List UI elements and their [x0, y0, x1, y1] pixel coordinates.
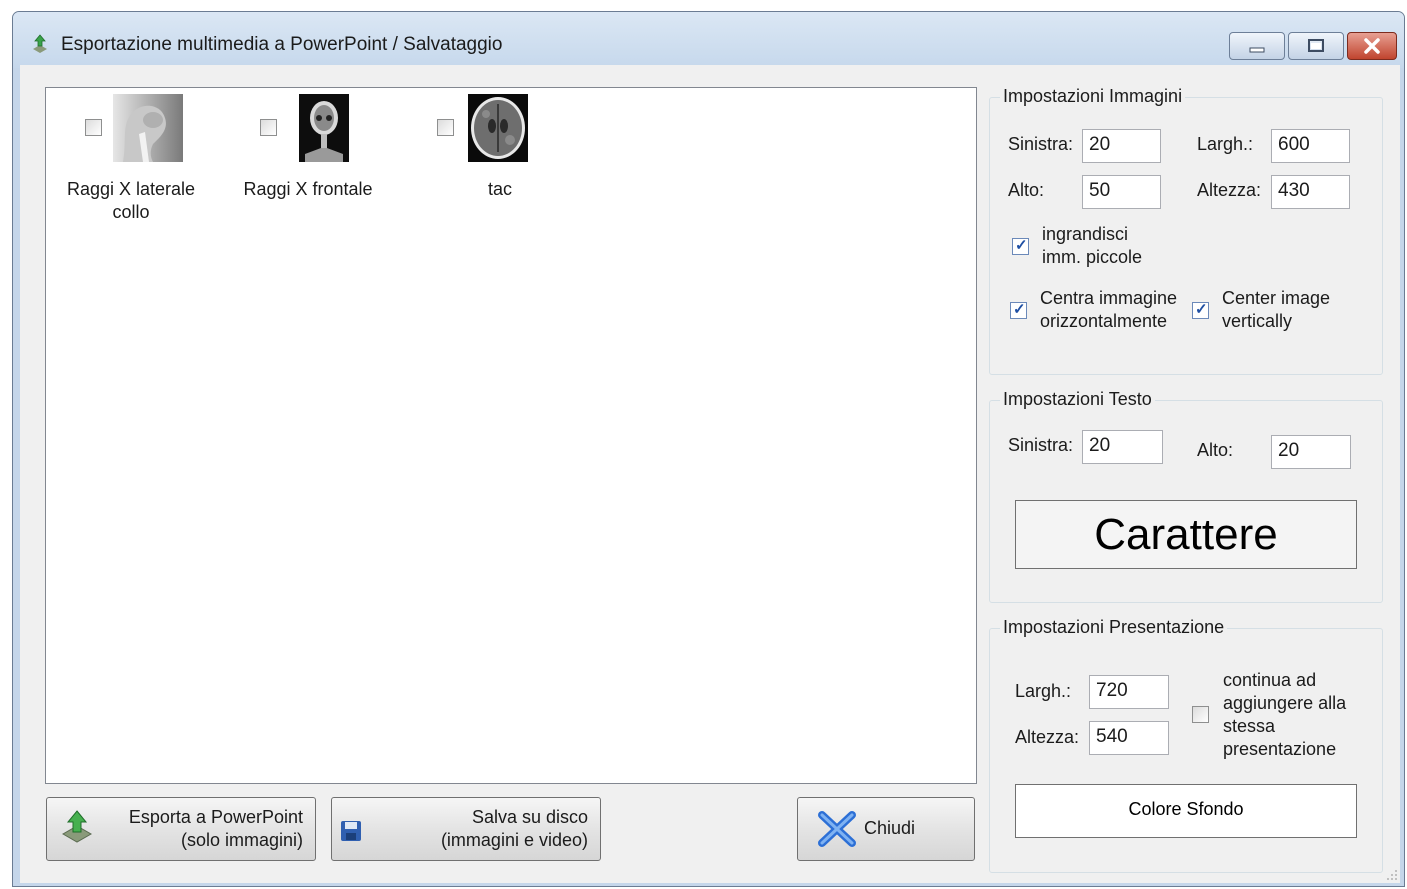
- dialog-body: Raggi X laterale collo Raggi X frontale: [20, 65, 1400, 883]
- close-button[interactable]: Chiudi: [797, 797, 975, 861]
- media-listview[interactable]: Raggi X laterale collo Raggi X frontale: [45, 87, 977, 784]
- save-button-label-line2: (immagini e video): [440, 830, 588, 850]
- close-window-button[interactable]: [1347, 32, 1397, 60]
- presentation-width-label: Largh.:: [1015, 681, 1072, 701]
- close-icon: [1364, 38, 1380, 54]
- text-settings-title: Impostazioni Testo: [1000, 389, 1155, 410]
- background-color-button[interactable]: Colore Sfondo: [1015, 784, 1357, 838]
- media-item-checkbox[interactable]: [260, 119, 277, 136]
- continue-same-presentation-label: continua ad aggiungere alla stessa prese…: [1223, 669, 1346, 761]
- image-left-label: Sinistra:: [1008, 134, 1074, 154]
- center-vertically-label: Center image vertically: [1222, 287, 1330, 333]
- image-top-label: Alto:: [1008, 180, 1045, 200]
- minimize-icon: [1249, 47, 1265, 53]
- export-powerpoint-button[interactable]: Esporta a PowerPoint (solo immagini): [46, 797, 316, 861]
- enlarge-label-line1: ingrandisci: [1042, 224, 1129, 244]
- image-width-label: Largh.:: [1197, 134, 1254, 154]
- resize-grip-icon[interactable]: [1386, 869, 1398, 881]
- center-h-label-line2: orizzontalmente: [1040, 311, 1168, 331]
- text-top-input[interactable]: 20: [1271, 435, 1351, 469]
- text-left-label: Sinistra:: [1008, 435, 1074, 455]
- image-height-label: Altezza:: [1197, 180, 1262, 200]
- media-item-checkbox[interactable]: [437, 119, 454, 136]
- title-bar[interactable]: Esportazione multimedia a PowerPoint / S…: [13, 12, 1404, 68]
- center-v-label-line1: Center image: [1222, 288, 1331, 308]
- presentation-height-input[interactable]: 540: [1089, 721, 1169, 755]
- enlarge-small-images-checkbox[interactable]: [1012, 236, 1029, 255]
- save-to-disk-button[interactable]: Salva su disco (immagini e video): [331, 797, 601, 861]
- center-horizontally-label: Centra immagine orizzontalmente: [1040, 287, 1177, 333]
- center-vertically-checkbox[interactable]: [1192, 300, 1209, 319]
- continue-label-line1: continua ad: [1223, 670, 1317, 690]
- center-horizontally-checkbox[interactable]: [1010, 300, 1027, 319]
- text-left-input[interactable]: 20: [1082, 430, 1163, 464]
- presentation-width-input[interactable]: 720: [1089, 675, 1169, 709]
- xray-lateral-neck-thumbnail: [113, 94, 183, 162]
- image-width-input[interactable]: 600: [1271, 129, 1350, 163]
- presentation-settings-title: Impostazioni Presentazione: [1000, 617, 1228, 638]
- minimize-button[interactable]: [1229, 32, 1285, 60]
- continue-label-line4: presentazione: [1223, 739, 1337, 759]
- enlarge-small-images-label: ingrandisci imm. piccole: [1042, 223, 1142, 269]
- restore-icon: [1308, 39, 1324, 52]
- image-top-input[interactable]: 50: [1082, 175, 1161, 209]
- close-button-label: Chiudi: [864, 818, 916, 838]
- powerpoint-export-icon: [33, 34, 47, 53]
- window-title: Esportazione multimedia a PowerPoint / S…: [61, 34, 503, 55]
- export-window: Esportazione multimedia a PowerPoint / S…: [12, 11, 1405, 887]
- center-v-label-line2: vertically: [1222, 311, 1293, 331]
- media-item-xray-lateral[interactable]: Raggi X laterale collo: [56, 94, 206, 224]
- image-left-input[interactable]: 20: [1082, 129, 1161, 163]
- ct-brain-scan-thumbnail: [468, 94, 528, 162]
- media-item-label: Raggi X frontale: [243, 179, 373, 199]
- powerpoint-export-icon: [61, 810, 93, 843]
- xray-frontal-skull-thumbnail: [299, 94, 349, 162]
- save-button-label-line1: Salva su disco: [471, 807, 588, 827]
- enlarge-label-line2: imm. piccole: [1042, 247, 1143, 267]
- center-h-label-line1: Centra immagine: [1040, 288, 1178, 308]
- text-top-label: Alto:: [1197, 440, 1234, 460]
- restore-button[interactable]: [1288, 32, 1344, 60]
- continue-label-line2: aggiungere alla: [1223, 693, 1347, 713]
- export-button-label-line1: Esporta a PowerPoint: [128, 807, 303, 827]
- image-height-input[interactable]: 430: [1271, 175, 1350, 209]
- media-item-tac[interactable]: tac: [410, 94, 560, 224]
- media-item-xray-frontal[interactable]: Raggi X frontale: [233, 94, 383, 224]
- close-x-icon: [818, 811, 856, 847]
- media-item-label: tac: [487, 179, 512, 199]
- media-item-label: Raggi X laterale collo: [66, 179, 196, 222]
- font-button[interactable]: Carattere: [1015, 500, 1357, 569]
- presentation-height-label: Altezza:: [1015, 727, 1080, 747]
- floppy-disk-icon: [341, 821, 361, 841]
- export-button-label-line2: (solo immagini): [180, 830, 303, 850]
- media-item-checkbox[interactable]: [85, 119, 102, 136]
- image-settings-title: Impostazioni Immagini: [1000, 86, 1186, 107]
- continue-label-line3: stessa: [1223, 716, 1276, 736]
- continue-same-presentation-checkbox[interactable]: [1192, 706, 1209, 723]
